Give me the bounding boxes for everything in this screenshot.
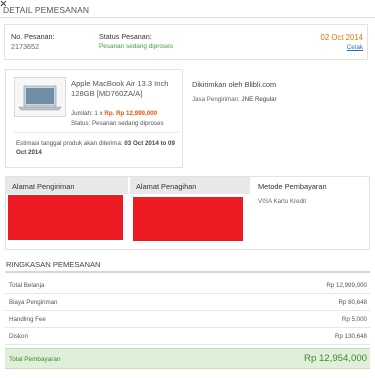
order-status-label: Status Pesanan: — [99, 32, 152, 41]
address-payment-panel: Alamat Pengiriman Alamat Penagihan Metod… — [5, 176, 370, 250]
shipping-address-redacted — [8, 195, 123, 240]
order-info-panel: No. Pesanan: 2173652 Status Pesanan: Pes… — [4, 24, 368, 60]
summary-row-value: Rp 5,000 — [341, 316, 367, 323]
page-title: DETAIL PEMESANAN — [3, 5, 90, 15]
shipping-service: Jasa Pengiriman: JNE Regular — [192, 96, 277, 103]
product-divider — [14, 132, 179, 133]
quantity-label: Jumlah: — [71, 110, 93, 117]
total-payment-label: Total Pembayaran — [9, 356, 61, 363]
summary-row-label: Handling Fee — [9, 316, 46, 323]
delivery-estimate: Estimasi tanggal produk akan diterima: 0… — [16, 139, 181, 157]
product-status-value: Pesanan sedang diproses — [92, 120, 164, 127]
print-link[interactable]: Cetak — [347, 44, 363, 51]
shipping-address-column: Alamat Pengiriman — [6, 177, 128, 249]
product-price: Rp. Rp 12,999,000 — [104, 110, 158, 117]
total-payment-row: Total Pembayaran Rp 12,954,000 — [5, 348, 370, 369]
shipping-service-value: JNE Regular — [241, 96, 277, 103]
payment-method-column: Metode Pembayaran VISA Kartu Kredit — [252, 177, 369, 249]
summary-row: Diskon Rp 130,648 — [5, 328, 370, 345]
order-number-label: No. Pesanan: — [11, 32, 55, 41]
billing-address-column: Alamat Penagihan — [130, 177, 250, 249]
summary-row-label: Total Belanja — [9, 282, 45, 289]
billing-address-redacted — [133, 197, 243, 241]
header-divider — [0, 17, 375, 18]
total-payment-value: Rp 12,954,000 — [304, 353, 367, 364]
product-card: Apple MacBook Air 13.3 Inch 128GB [MD760… — [5, 69, 183, 168]
product-image[interactable] — [14, 77, 66, 117]
summary-row-value: Rp 12,999,000 — [326, 282, 367, 289]
billing-address-heading: Alamat Penagihan — [130, 177, 250, 194]
shipped-by: Dikirimkan oleh Blibli.com — [192, 80, 277, 89]
summary-row: Handling Fee Rp 5,000 — [5, 311, 370, 328]
product-quantity: Jumlah: 1 x Rp. Rp 12,999,000 — [71, 110, 157, 117]
summary-title: RINGKASAN PEMESANAN — [6, 260, 101, 269]
shipping-address-heading: Alamat Pengiriman — [6, 177, 128, 194]
order-date: 02 Oct 2014 — [320, 33, 363, 42]
summary-row-label: Diskon — [9, 333, 28, 340]
summary-row-value: Rp 130,648 — [335, 333, 367, 340]
payment-method-heading: Metode Pembayaran — [252, 177, 369, 194]
summary-row: Total Belanja Rp 12,999,000 — [5, 277, 370, 294]
shipping-service-label: Jasa Pengiriman: — [192, 96, 240, 103]
order-status-value: Pesanan sedang diproses — [99, 43, 173, 50]
estimate-label: Estimasi tanggal produk akan diterima: — [16, 140, 123, 147]
payment-method-value: VISA Kartu Kredit — [258, 198, 307, 205]
summary-divider — [5, 271, 370, 273]
product-name[interactable]: Apple MacBook Air 13.3 Inch 128GB [MD760… — [71, 79, 181, 99]
summary-row-label: Biaya Pengiriman — [9, 299, 58, 306]
product-status: Status: Pesanan sedang diproses — [71, 120, 164, 127]
summary-row-value: Rp 80,648 — [338, 299, 367, 306]
order-number-value: 2173652 — [11, 42, 39, 51]
quantity-value: 1 x — [94, 110, 103, 117]
summary-row: Biaya Pengiriman Rp 80,648 — [5, 294, 370, 311]
product-status-label: Status: — [71, 120, 91, 127]
